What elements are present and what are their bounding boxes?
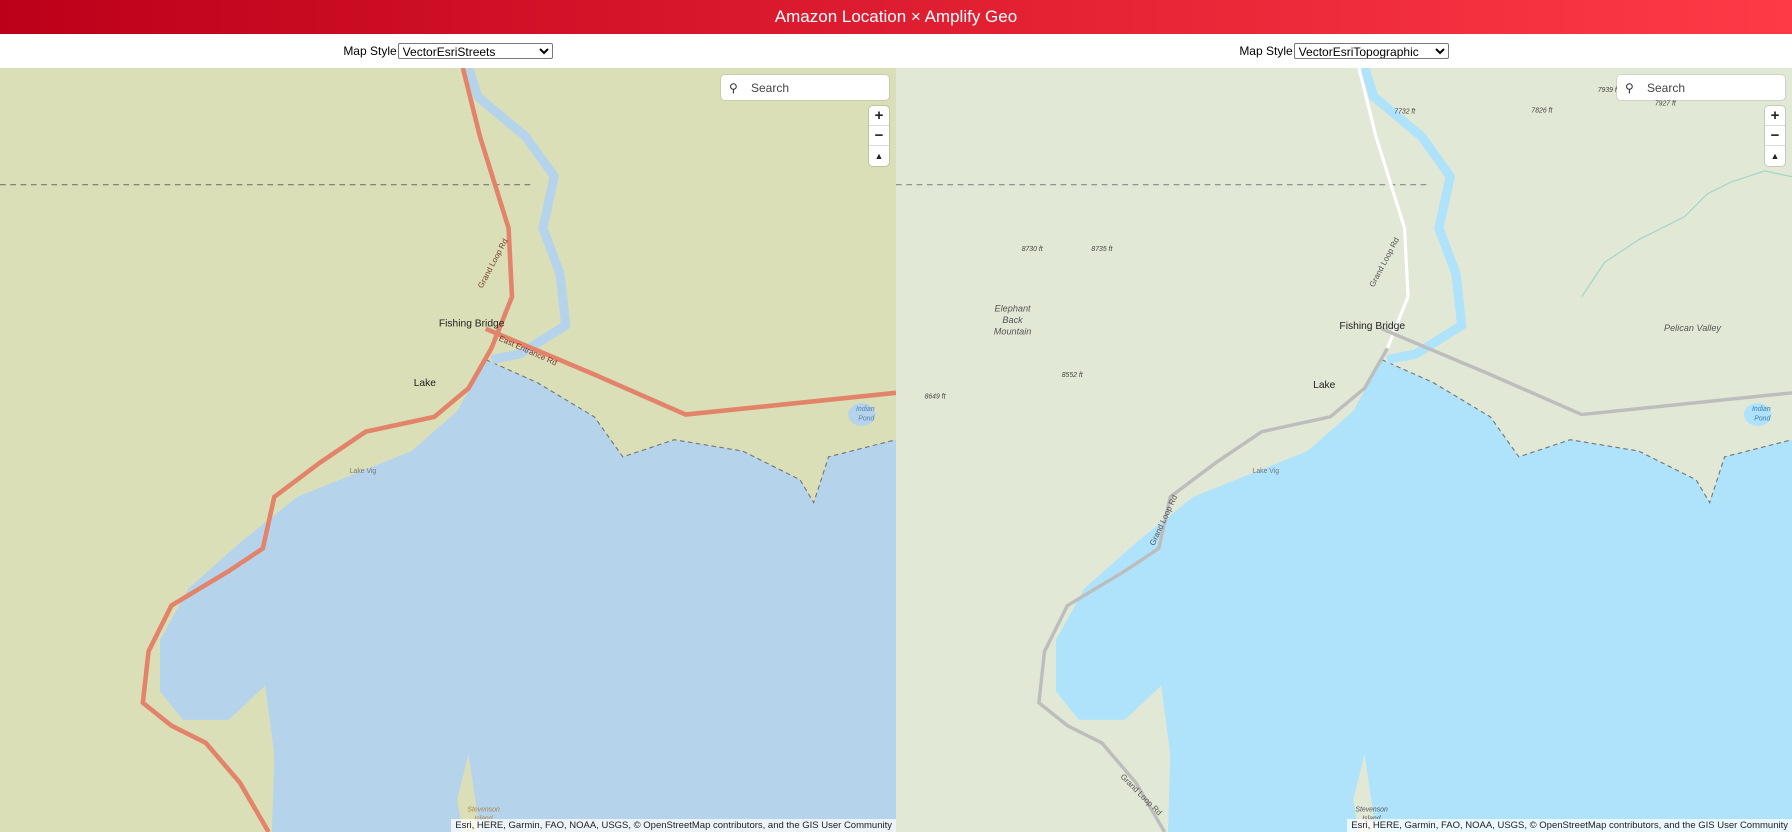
navigation-control: + − ▲ (869, 106, 889, 166)
map-canvas[interactable]: Fishing Bridge Lake Grand Loop Rd Grand … (896, 68, 1792, 832)
label-pelican-valley: Pelican Valley (1664, 323, 1722, 333)
label-lake: Lake (414, 378, 437, 389)
map-style-select-left[interactable]: VectorEsriStreets (397, 43, 553, 59)
search-placeholder: Search (751, 80, 790, 95)
search-icon: ⚲ (1625, 80, 1634, 95)
map-style-label: Map Style (1239, 44, 1293, 58)
elevation-7732: 7732 ft (1394, 109, 1416, 116)
zoom-in-button[interactable]: + (1765, 106, 1785, 126)
map-attribution: Esri, HERE, Garmin, FAO, NOAA, USGS, © O… (1347, 819, 1792, 832)
zoom-in-button[interactable]: + (869, 106, 889, 126)
search-box[interactable]: ⚲ Search (1617, 75, 1785, 100)
map-style-select-right[interactable]: VectorEsriTopographic (1293, 43, 1449, 59)
zoom-out-button[interactable]: − (1765, 126, 1785, 146)
search-icon: ⚲ (729, 80, 738, 95)
label-lake-vig: Lake Vig (1253, 468, 1280, 475)
elevation-7826: 7826 ft (1531, 108, 1553, 115)
map-attribution: Esri, HERE, Garmin, FAO, NOAA, USGS, © O… (451, 819, 896, 832)
elevation-8735: 8735 ft (1091, 246, 1113, 253)
label-lake-vig: Lake Vig (350, 468, 377, 475)
label-fishing-bridge: Fishing Bridge (439, 318, 505, 329)
search-box[interactable]: ⚲ Search (721, 75, 889, 100)
app-title: Amazon Location × Amplify Geo (774, 7, 1018, 26)
map-style-label: Map Style (343, 44, 397, 58)
elevation-8730: 8730 ft (1022, 246, 1044, 253)
map-canvas[interactable]: Fishing Bridge Lake Grand Loop Rd East E… (0, 68, 896, 832)
compass-button[interactable]: ▲ (1765, 146, 1785, 166)
map-topographic[interactable]: Fishing Bridge Lake Grand Loop Rd Grand … (896, 68, 1792, 832)
app-header: Amazon Location × Amplify Geo (0, 0, 1792, 34)
compass-button[interactable]: ▲ (869, 146, 889, 166)
map-streets[interactable]: Fishing Bridge Lake Grand Loop Rd East E… (0, 68, 896, 832)
zoom-out-button[interactable]: − (869, 126, 889, 146)
label-lake: Lake (1313, 380, 1336, 391)
label-fishing-bridge: Fishing Bridge (1339, 321, 1405, 332)
navigation-control: + − ▲ (1765, 106, 1785, 166)
elevation-8649: 8649 ft (925, 394, 947, 401)
search-placeholder: Search (1647, 80, 1686, 95)
elevation-8552: 8552 ft (1062, 372, 1084, 379)
map-style-bar: Map Style VectorEsriStreets Map Style Ve… (0, 34, 1792, 68)
elevation-7927: 7927 ft (1655, 101, 1677, 108)
